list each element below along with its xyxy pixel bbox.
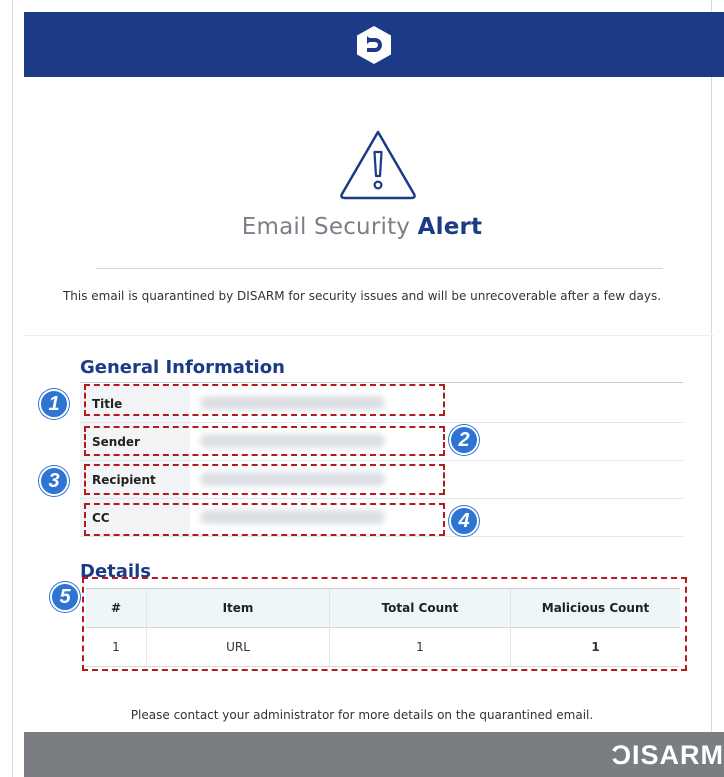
divider: [96, 268, 663, 269]
callout-badge-1: 1: [39, 389, 69, 419]
highlight-box-sender: [84, 426, 445, 456]
disarm-logo-icon: [357, 25, 391, 64]
highlight-box-details: [82, 577, 687, 671]
quarantine-notice: This email is quarantined by DISARM for …: [62, 289, 662, 303]
callout-badge-2: 2: [449, 425, 479, 455]
callout-badge-3: 3: [39, 466, 69, 496]
highlight-box-cc: [84, 503, 445, 536]
callout-badge-5: 5: [50, 582, 80, 612]
warning-icon: [340, 130, 416, 200]
section-divider: [24, 335, 714, 336]
email-footer: ƆISARM: [24, 732, 724, 777]
callout-badge-4: 4: [449, 506, 479, 536]
heading-underline: [80, 382, 683, 383]
highlight-box-title: [84, 384, 445, 416]
alert-title: Email Security Alert: [0, 214, 724, 240]
highlight-box-recipient: [84, 464, 445, 495]
disarm-brand-logo: ƆISARM: [611, 740, 724, 770]
general-information-heading: General Information: [80, 357, 285, 378]
alert-title-accent: Alert: [417, 214, 483, 240]
alert-title-plain: Email Security: [241, 214, 418, 240]
contact-note: Please contact your administrator for mo…: [130, 708, 594, 722]
email-header: [24, 12, 724, 77]
